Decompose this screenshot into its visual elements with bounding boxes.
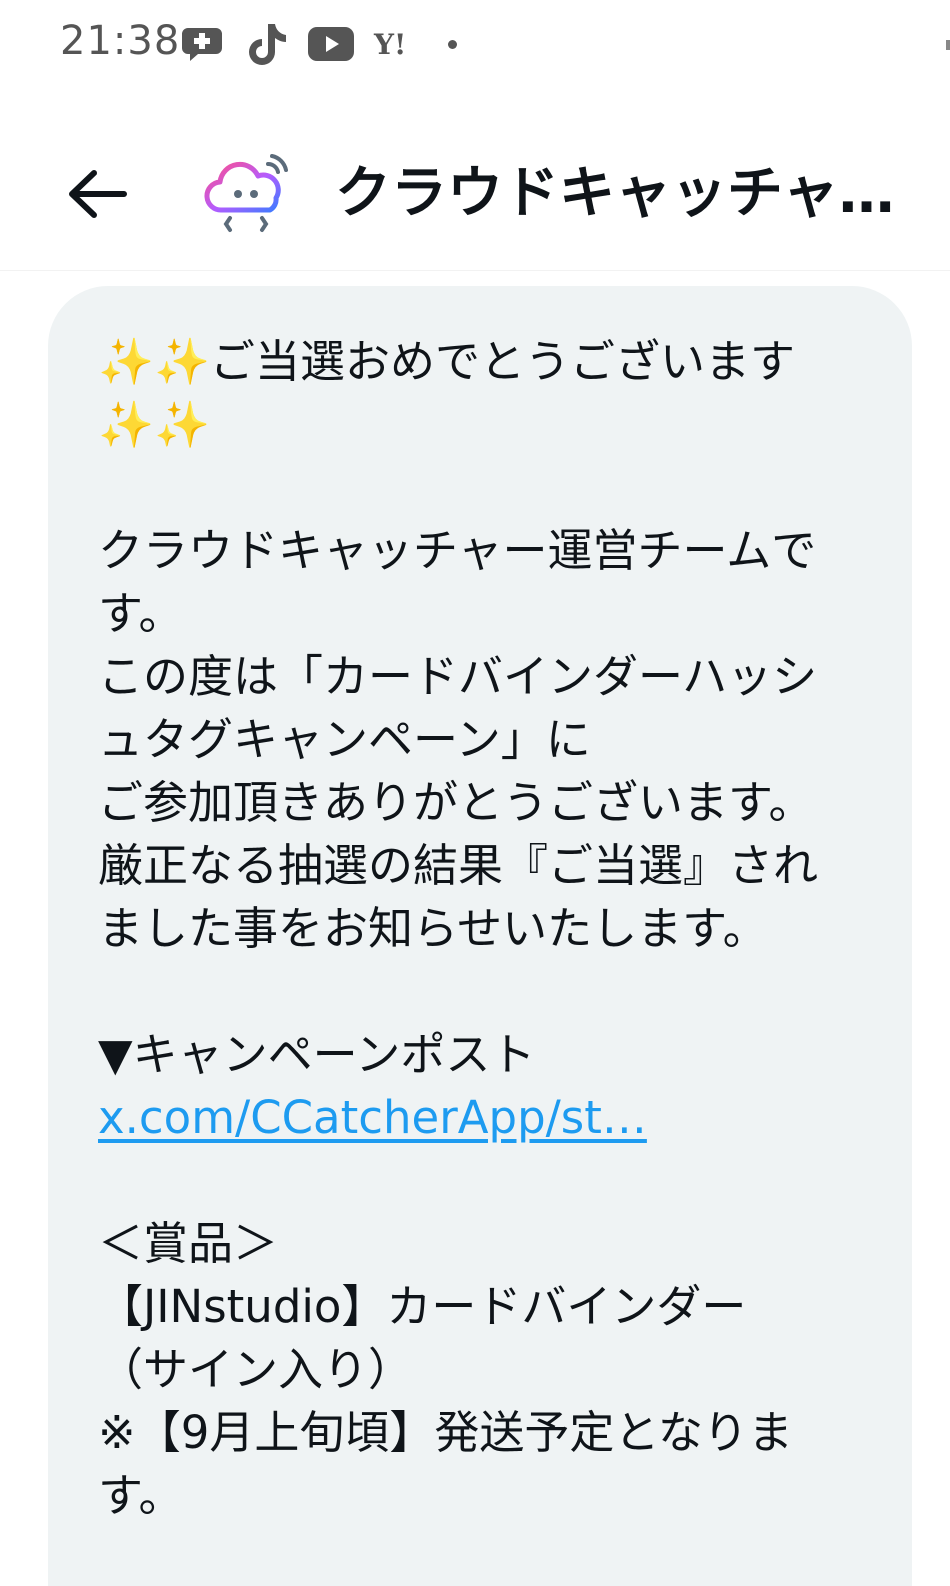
notification-dot-icon xyxy=(448,39,458,49)
youtube-icon xyxy=(308,27,354,61)
status-edge-indicator xyxy=(946,40,950,50)
body-line: クラウドキャッチャー運営チームで xyxy=(98,524,817,577)
body-line: 厳正なる抽選の結果『ご当選』され xyxy=(98,839,819,892)
campaign-link[interactable]: x.com/CCatcherApp/st… xyxy=(98,1091,647,1144)
body-line: ました事をお知らせいたします。 xyxy=(98,902,768,955)
status-icons: Y! xyxy=(182,22,458,66)
body-line: ュタグキャンペーン」に xyxy=(98,713,591,766)
campaign-heading: ▼キャンペーンポスト xyxy=(98,1028,536,1081)
body-line: この度は「カードバインダーハッシ xyxy=(98,650,818,703)
prize-line: （サイン入り） xyxy=(98,1343,414,1396)
status-bar: 21:38 Y! xyxy=(0,0,950,90)
prize-heading: ＜賞品＞ xyxy=(98,1217,279,1270)
prize-line: す。 xyxy=(98,1469,184,1522)
conversation-title[interactable]: クラウドキャッチャー… xyxy=(335,154,925,234)
status-time: 21:38 xyxy=(60,18,181,64)
cloud-catcher-logo-icon[interactable] xyxy=(200,148,296,244)
prize-line: 【JINstudio】カードバインダー xyxy=(98,1280,747,1333)
body-line: す。 xyxy=(98,587,184,640)
message-text: ✨✨ご当選おめでとうございます ✨✨ クラウドキャッチャー運営チームで す。 こ… xyxy=(98,330,872,1527)
greeting-line: ✨✨ご当選おめでとうございます xyxy=(98,335,796,388)
greeting-sparkles: ✨✨ xyxy=(98,398,211,451)
tiktok-icon xyxy=(248,22,288,66)
back-arrow-icon xyxy=(69,170,127,218)
back-button[interactable] xyxy=(60,164,136,224)
yahoo-icon: Y! xyxy=(374,27,407,61)
conversation-header: クラウドキャッチャー… xyxy=(0,120,950,271)
chat-plus-icon xyxy=(182,24,228,64)
prize-line: ※【9月上旬頃】発送予定となりま xyxy=(98,1406,793,1459)
body-line: ご参加頂きありがとうございます。 xyxy=(98,776,814,829)
message-bubble: ✨✨ご当選おめでとうございます ✨✨ クラウドキャッチャー運営チームで す。 こ… xyxy=(48,286,912,1586)
